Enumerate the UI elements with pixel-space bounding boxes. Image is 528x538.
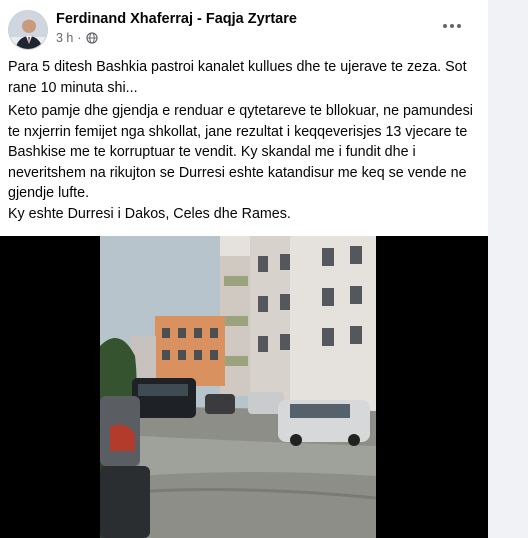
post-video[interactable]	[0, 236, 488, 538]
post-card: Ferdinand Xhaferraj - Faqja Zyrtare 3 h …	[0, 0, 488, 538]
avatar-image	[9, 11, 47, 49]
post-paragraph-3: Ky eshte Durresi i Dakos, Celes dhe Rame…	[8, 206, 291, 222]
author-name[interactable]: Ferdinand Xhaferraj - Faqja Zyrtare	[56, 11, 297, 27]
meta-separator: ·	[77, 31, 82, 45]
more-options-icon[interactable]	[440, 18, 464, 34]
globe-icon	[85, 32, 98, 44]
video-frame	[100, 236, 376, 538]
post-paragraph-2: Keto pamje dhe gjendja e renduar e qytet…	[8, 103, 473, 201]
post-header: Ferdinand Xhaferraj - Faqja Zyrtare 3 h …	[8, 8, 480, 50]
post-time[interactable]: 3 h	[56, 31, 73, 45]
author-avatar[interactable]	[8, 10, 48, 50]
post-meta: 3 h ·	[56, 31, 98, 45]
post-paragraph-1: Para 5 ditesh Bashkia pastroi kanalet ku…	[8, 59, 467, 96]
